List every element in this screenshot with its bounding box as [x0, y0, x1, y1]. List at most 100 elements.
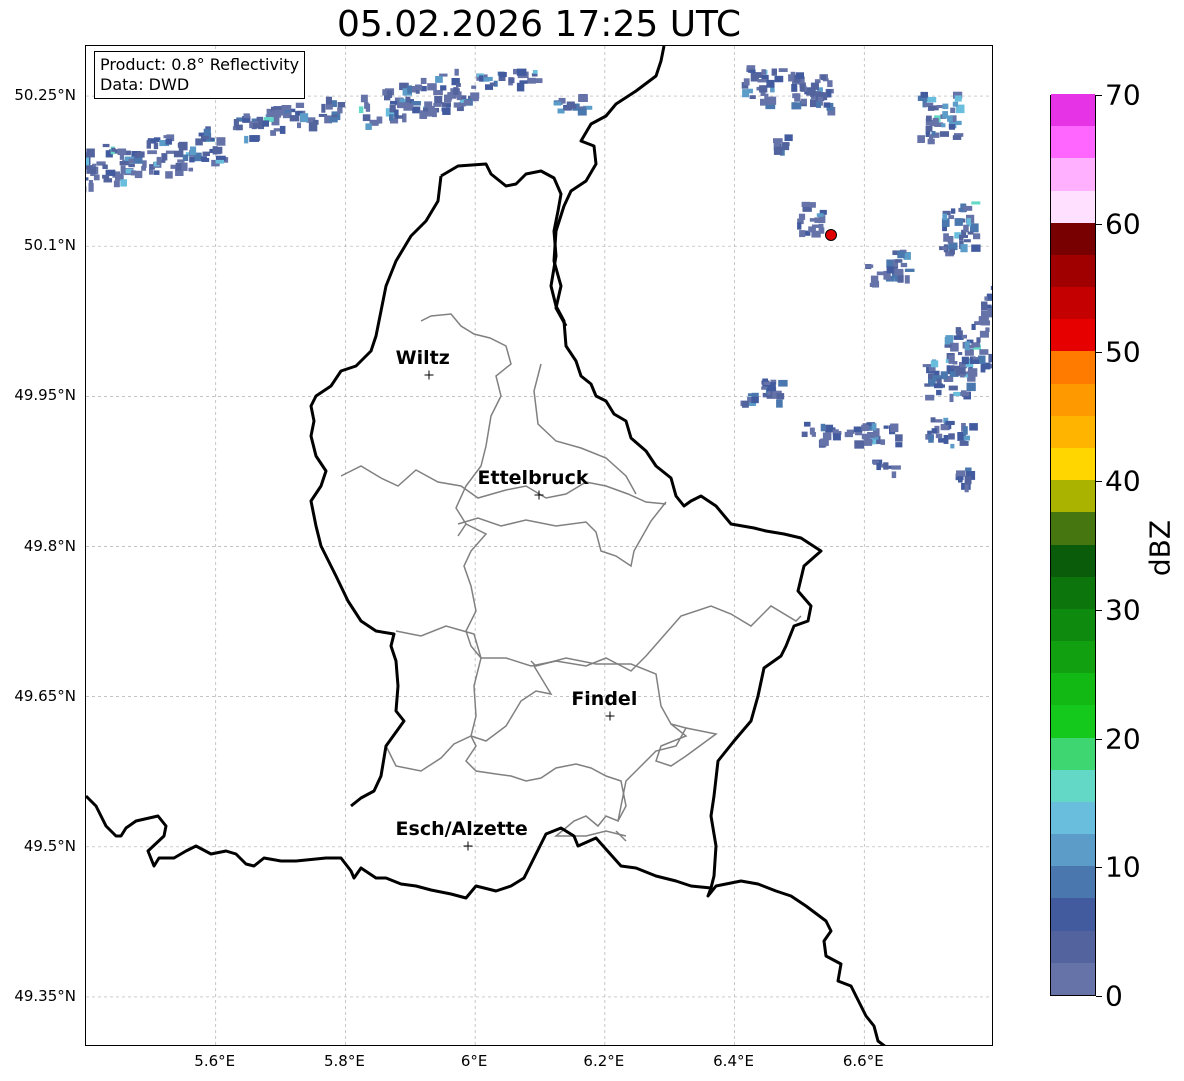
lat-tick-label: 49.65°N [14, 686, 76, 705]
product-info-box: Product: 0.8° Reflectivity Data: DWD [94, 51, 306, 99]
echo-pixel [966, 382, 976, 392]
echo-pixel [470, 92, 480, 99]
echo-pixel [799, 230, 806, 238]
echo-pixel [970, 223, 979, 233]
echo-pixel [423, 107, 429, 112]
echo-pixel [128, 163, 135, 168]
germany-belgium-border-north [552, 46, 666, 327]
echo-pixel [963, 224, 969, 233]
map-panel[interactable] [85, 45, 993, 1046]
echo-pixel [947, 236, 954, 244]
echo-pixel [136, 151, 145, 158]
echo-pixel [990, 285, 992, 290]
echo-pixel [956, 328, 962, 333]
colorbar-segment [1051, 576, 1095, 609]
colorbar-segment [1051, 93, 1095, 127]
echo-pixel [960, 244, 968, 253]
echo-pixel [961, 334, 968, 339]
echo-pixel [147, 150, 157, 155]
echo-pixel [784, 134, 793, 142]
colorbar-segment [1051, 286, 1095, 320]
echo-pixel [820, 423, 826, 432]
echo-pixel [800, 98, 807, 105]
echo-pixel [321, 103, 326, 113]
echo-pixel [891, 471, 897, 479]
echo-pixel [832, 433, 841, 441]
echo-pixel [948, 433, 955, 440]
colorbar-segment [1051, 897, 1095, 931]
echo-pixel [865, 264, 874, 268]
echo-pixel [117, 148, 127, 155]
echo-pixel [897, 251, 905, 259]
echo-pixel [926, 96, 937, 103]
city-marker-icon [463, 841, 473, 851]
echo-pixel [440, 85, 447, 91]
echo-pixel [189, 156, 195, 163]
colorbar-tick-label: 50 [1105, 335, 1141, 369]
echo-pixel [757, 79, 768, 83]
colorbar-segment [1051, 190, 1095, 223]
echo-pixel [861, 433, 870, 440]
echo-pixel [931, 131, 936, 136]
echo-pixel [453, 102, 461, 108]
colorbar-segment [1051, 640, 1095, 674]
echo-pixel [325, 96, 333, 106]
echo-pixel [394, 109, 399, 119]
echo-pixel [778, 68, 788, 73]
echo-pixel [809, 202, 816, 208]
echo-pixel [891, 465, 901, 470]
echo-pixel [427, 83, 437, 91]
echo-pixel [904, 275, 910, 284]
echo-pixel [178, 143, 184, 152]
colorbar-segment [1051, 544, 1095, 577]
colorbar-segment [1051, 801, 1095, 835]
echo-pixel [804, 421, 811, 427]
echo-pixel [819, 439, 829, 446]
echo-pixel [826, 89, 832, 98]
colorbar-segment [1051, 222, 1095, 255]
echo-pixel [942, 213, 948, 221]
colorbar [1050, 93, 1096, 996]
echo-pixel [814, 79, 821, 84]
echo-pixel [136, 170, 143, 178]
echo-pixel [190, 146, 197, 155]
echo-pixel [958, 476, 963, 483]
colorbar-tick-label: 20 [1105, 722, 1141, 756]
radar-site-marker[interactable] [824, 229, 837, 242]
echo-pixel [177, 159, 185, 163]
colorbar-tick-label: 30 [1105, 593, 1141, 627]
echo-pixel [948, 385, 958, 391]
echo-pixel [948, 215, 955, 220]
echo-pixel [751, 396, 759, 404]
echo-pixel [508, 77, 515, 84]
echo-pixel [386, 90, 393, 98]
echo-pixel [463, 100, 471, 105]
lon-tick-label: 5.8°E [324, 1052, 365, 1070]
echo-pixel [742, 89, 750, 98]
echo-pixel [930, 417, 936, 423]
echo-pixel [216, 137, 226, 146]
echo-pixel [927, 105, 935, 111]
echo-pixel [489, 82, 496, 86]
echo-pixel [947, 115, 953, 122]
echo-pixel [759, 85, 768, 93]
echo-pixel [927, 138, 935, 145]
echo-pixel [532, 70, 538, 74]
echo-pixel [454, 68, 459, 76]
echo-pixel [801, 201, 811, 208]
echo-pixel [934, 119, 939, 125]
echo-pixel [776, 399, 783, 408]
echo-pixel [527, 77, 536, 84]
echo-pixel [969, 344, 974, 349]
lat-tick-label: 49.35°N [14, 986, 76, 1005]
echo-pixel [498, 72, 507, 78]
echo-pixel [855, 431, 863, 436]
echo-pixel [917, 135, 925, 143]
echo-pixel [861, 424, 869, 432]
colorbar-segment [1051, 833, 1095, 867]
echo-pixel [942, 247, 947, 251]
echo-pixel [170, 164, 177, 169]
echo-pixel [329, 117, 338, 123]
echo-pixel [102, 174, 110, 179]
echo-pixel [971, 244, 981, 252]
